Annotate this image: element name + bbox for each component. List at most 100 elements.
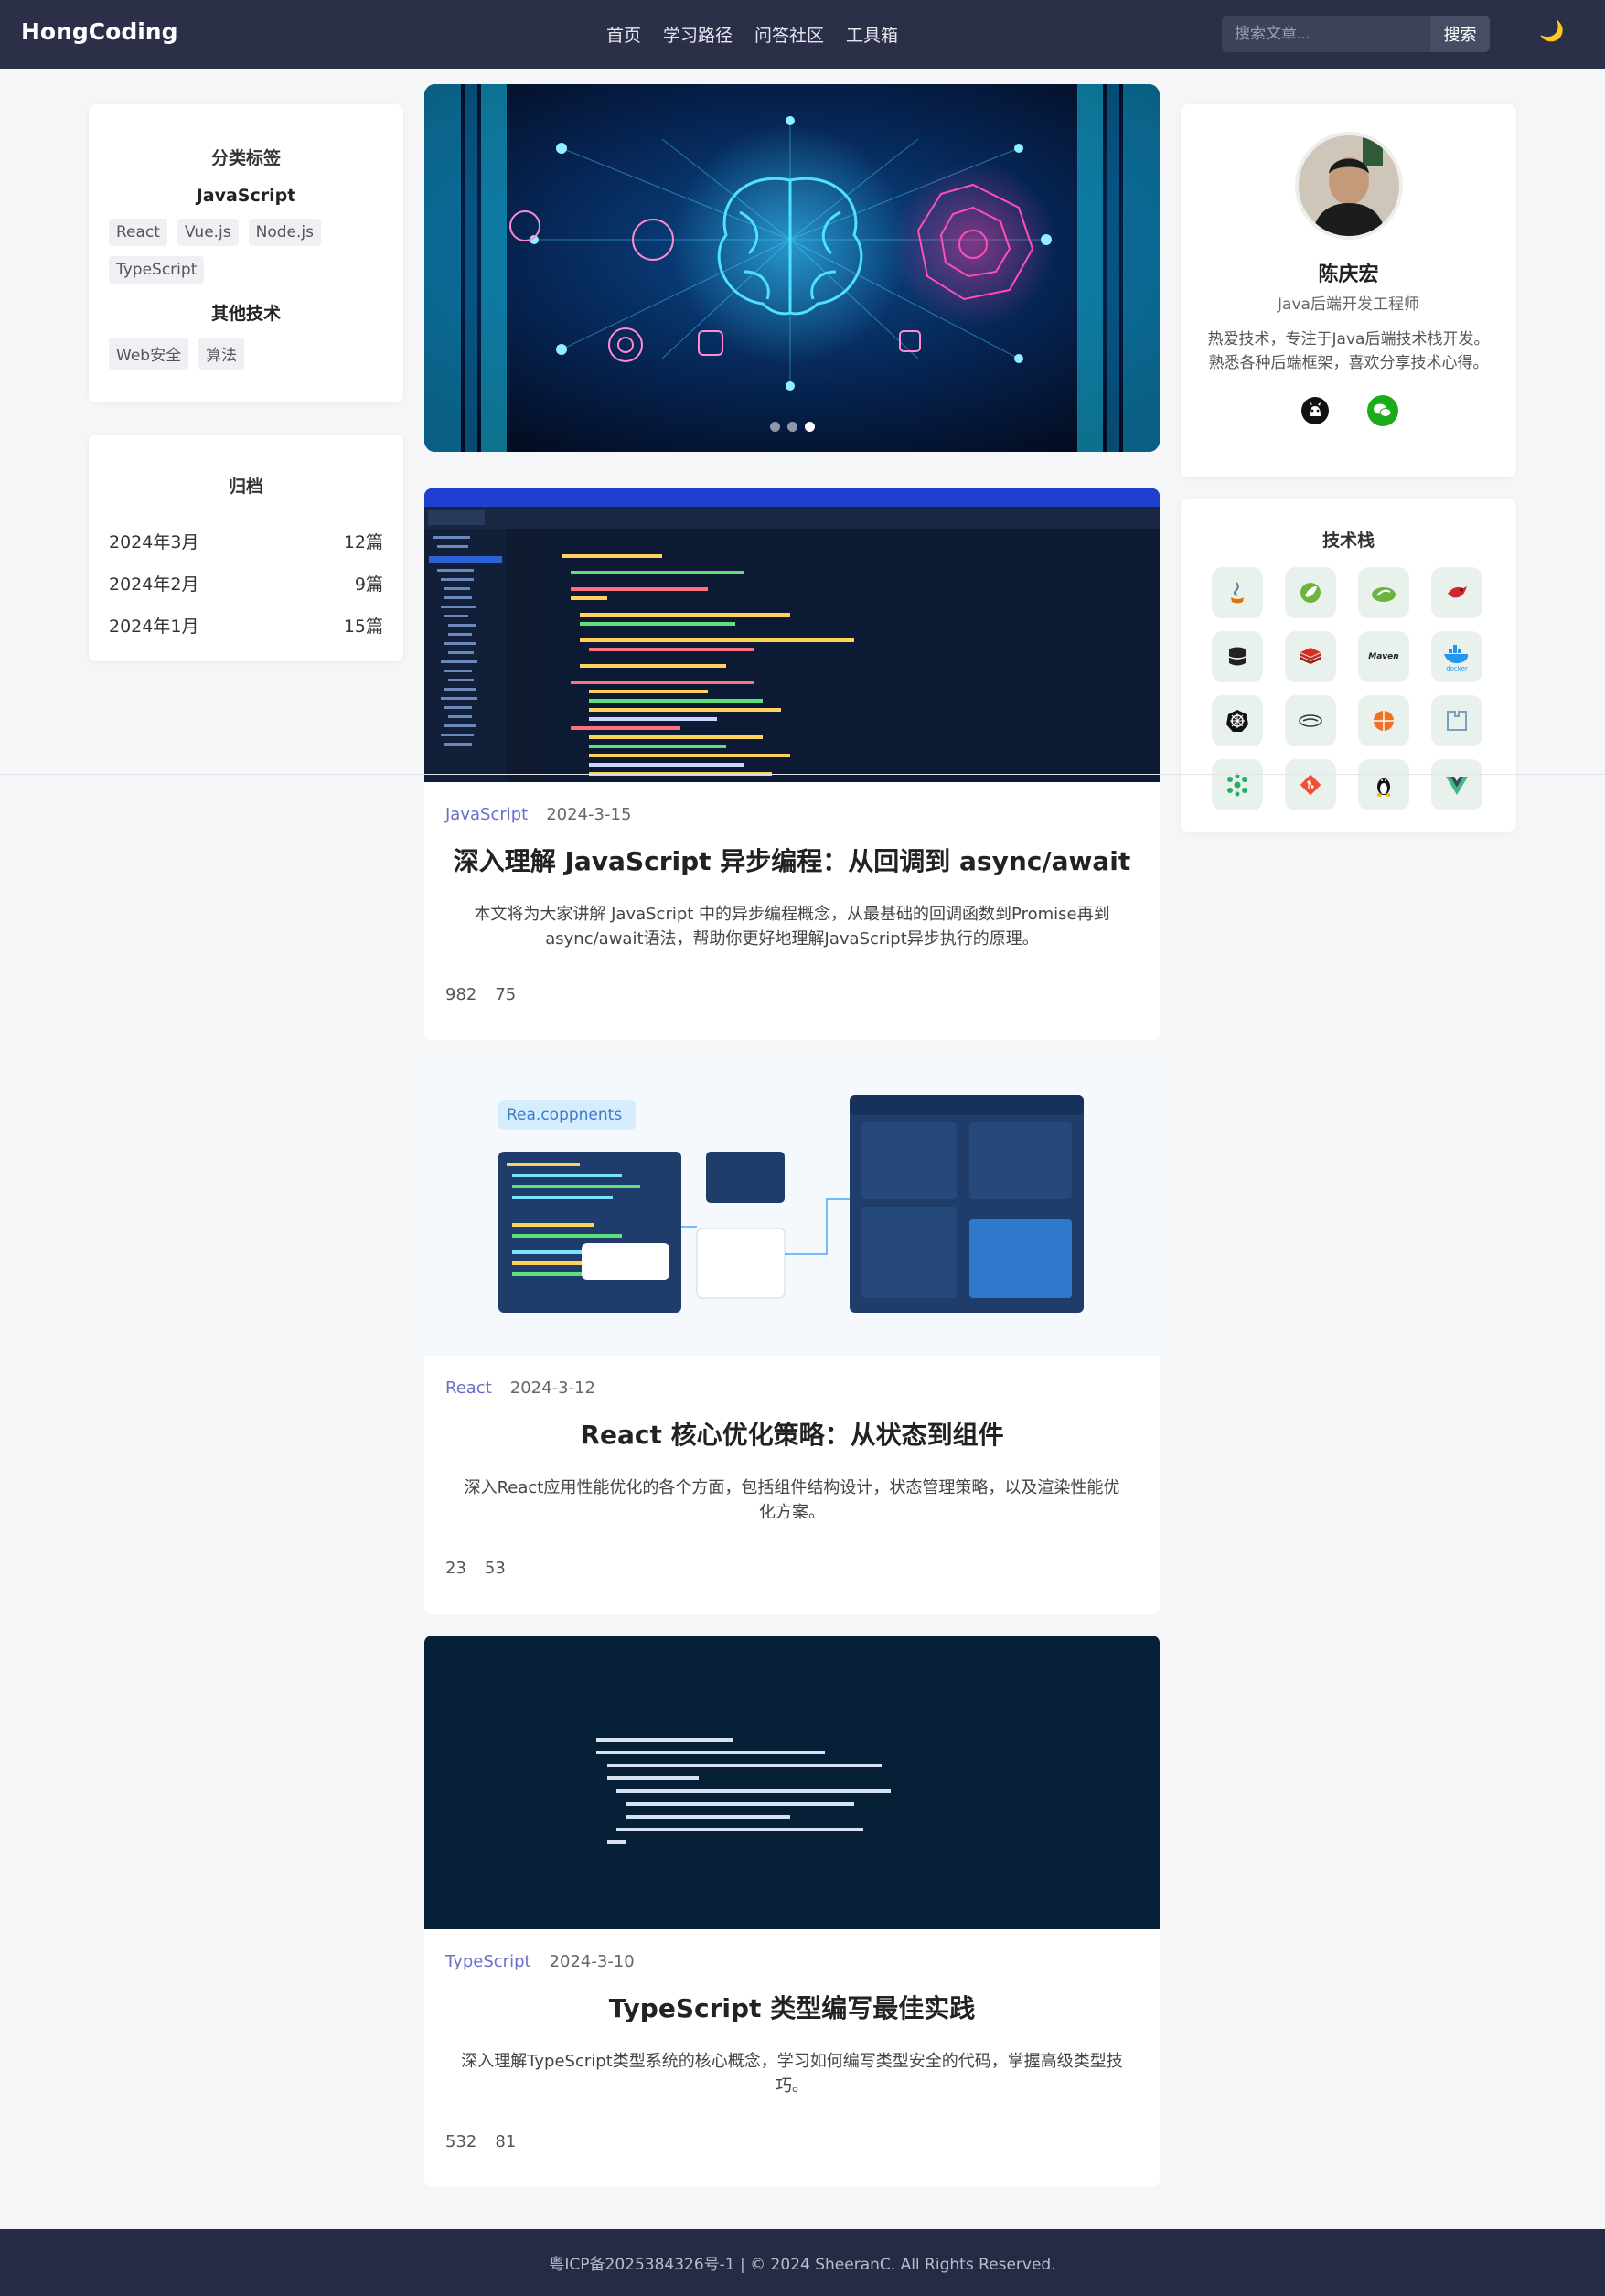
profile-name: 陈庆宏: [1318, 263, 1379, 286]
kubernetes-icon[interactable]: [1212, 695, 1263, 746]
search-input[interactable]: [1222, 16, 1430, 52]
archive-count: 12篇: [343, 531, 383, 553]
article-category[interactable]: TypeScript: [445, 1952, 531, 1971]
network-icon[interactable]: [1358, 695, 1409, 746]
vue-icon[interactable]: [1431, 759, 1482, 810]
tag-web-security[interactable]: Web安全: [109, 338, 189, 370]
redis-icon[interactable]: [1285, 631, 1336, 682]
archive-title: 归档: [228, 477, 263, 497]
view-count: 982: [445, 985, 477, 1004]
tag-group-title: JavaScript: [196, 186, 296, 206]
article-thumbnail[interactable]: Rea.coppnents: [424, 1062, 1160, 1356]
view-count: 23: [445, 1559, 466, 1578]
site-footer: 粤ICP备2025384326号-1 | © 2024 SheeranC. Al…: [0, 2229, 1605, 2296]
site-logo[interactable]: HongCoding: [21, 18, 177, 45]
article-category[interactable]: JavaScript: [445, 805, 528, 824]
wechat-icon[interactable]: [1366, 395, 1398, 426]
docker-icon[interactable]: docker: [1431, 631, 1482, 682]
archive-month: 2024年1月: [109, 616, 199, 637]
tech-stack-card: 技术栈 Maven docker: [1181, 499, 1516, 832]
tags-title: 分类标签: [210, 148, 281, 168]
article-category[interactable]: React: [445, 1379, 492, 1398]
java-icon[interactable]: [1212, 567, 1263, 618]
footer-copyright: 粤ICP备2025384326号-1 | © 2024 SheeranC. Al…: [549, 2256, 1056, 2274]
tag-algorithm[interactable]: 算法: [198, 338, 245, 370]
archive-card: 归档 2024年3月 12篇 2024年2月 9篇 2024年1月 15篇: [89, 435, 403, 661]
database-icon[interactable]: [1212, 631, 1263, 682]
like-count: 53: [484, 1559, 506, 1578]
carousel-dot-1[interactable]: [769, 422, 780, 432]
category-tags-card: 分类标签 JavaScript React Vue.js Node.js Typ…: [89, 104, 403, 402]
archive-item[interactable]: 2024年1月 15篇: [109, 604, 383, 646]
cluster-icon[interactable]: [1212, 759, 1263, 810]
article-title[interactable]: 深入理解 JavaScript 异步编程：从回调到 async/await: [424, 842, 1160, 878]
maven-icon[interactable]: Maven: [1358, 631, 1409, 682]
search-button[interactable]: 搜索: [1430, 16, 1490, 52]
moon-icon[interactable]: 🌙: [1539, 20, 1564, 43]
article-title[interactable]: React 核心优化策略：从状态到组件: [424, 1415, 1160, 1452]
archive-month: 2024年3月: [109, 531, 199, 553]
tag-vuejs[interactable]: Vue.js: [177, 219, 239, 246]
article-card[interactable]: JavaScript 2024-3-15 深入理解 JavaScript 异步编…: [424, 488, 1160, 1040]
nav-qa-community[interactable]: 问答社区: [754, 22, 824, 47]
nav-learning-path[interactable]: 学习路径: [663, 22, 733, 47]
social-links: [1181, 395, 1516, 426]
nav-home[interactable]: 首页: [606, 22, 641, 47]
nav-toolbox[interactable]: 工具箱: [846, 22, 898, 47]
carousel-dot-2[interactable]: [786, 422, 797, 432]
profile-role: Java后端开发工程师: [1278, 295, 1419, 314]
github-icon[interactable]: [1300, 395, 1331, 426]
archive-item[interactable]: 2024年2月 9篇: [109, 562, 383, 604]
spring-cloud-icon[interactable]: [1358, 567, 1409, 618]
archive-count: 9篇: [354, 574, 383, 595]
main-nav: 首页 学习路径 问答社区 工具箱: [606, 22, 898, 47]
docker-label: docker: [1446, 665, 1468, 672]
tech-stack-title: 技术栈: [1321, 531, 1375, 551]
redis-bird-icon[interactable]: [1431, 567, 1482, 618]
article-excerpt: 深入React应用性能优化的各个方面，包括组件结构设计，状态管理策略，以及渲染性…: [464, 1478, 1120, 1522]
carousel-dot-3[interactable]: [804, 422, 815, 432]
article-card[interactable]: Rea.coppnents React 2024-3-12 React 核心优化…: [424, 1062, 1160, 1614]
tag-group-other: Web安全 算法: [109, 338, 383, 370]
article-date: 2024-3-15: [546, 805, 632, 824]
article-card[interactable]: TypeScript 2024-3-10 TypeScript 类型编写最佳实践…: [424, 1636, 1160, 2187]
carousel-dots: [424, 422, 1160, 432]
spring-icon[interactable]: [1285, 567, 1336, 618]
mybatis-icon[interactable]: [1285, 695, 1336, 746]
typescript-code-image: [424, 1636, 1160, 1929]
article-thumbnail[interactable]: [424, 1636, 1160, 1929]
article-stats: 532 81: [445, 2132, 516, 2151]
view-count: 532: [445, 2132, 477, 2151]
git-icon[interactable]: [1285, 759, 1336, 810]
archive-count: 15篇: [343, 616, 383, 637]
tag-group-title: 其他技术: [210, 304, 281, 324]
linux-icon[interactable]: [1358, 759, 1409, 810]
archive-item[interactable]: 2024年3月 12篇: [109, 520, 383, 562]
tag-typescript[interactable]: TypeScript: [109, 256, 205, 284]
tag-nodejs[interactable]: Node.js: [248, 219, 321, 246]
archive-list: 2024年3月 12篇 2024年2月 9篇 2024年1月 15篇: [109, 520, 383, 646]
tag-group-javascript: React Vue.js Node.js TypeScript: [109, 219, 383, 284]
top-nav-bar: HongCoding 首页 学习路径 问答社区 工具箱 搜索 🌙: [0, 0, 1605, 69]
code-editor-image: [424, 488, 1160, 782]
article-stats: 23 53: [445, 1559, 506, 1578]
maven-label: Maven: [1368, 652, 1399, 661]
profile-card: 陈庆宏 Java后端开发工程师 热爱技术，专注于Java后端技术栈开发。熟悉各种…: [1181, 104, 1516, 477]
nacos-icon[interactable]: [1431, 695, 1482, 746]
article-thumbnail[interactable]: [424, 488, 1160, 782]
profile-bio: 热爱技术，专注于Java后端技术栈开发。熟悉各种后端框架，喜欢分享技术心得。: [1207, 330, 1490, 372]
article-meta: TypeScript 2024-3-10: [445, 1952, 635, 1971]
article-meta: React 2024-3-12: [445, 1379, 595, 1398]
article-title[interactable]: TypeScript 类型编写最佳实践: [424, 1989, 1160, 2025]
article-date: 2024-3-12: [509, 1379, 595, 1398]
tag-react[interactable]: React: [109, 219, 167, 246]
article-date: 2024-3-10: [549, 1952, 635, 1971]
article-stats: 982 75: [445, 985, 516, 1004]
section-divider: [0, 774, 1605, 775]
hero-carousel[interactable]: [424, 84, 1160, 452]
ai-brain-illustration: [424, 84, 1160, 452]
article-excerpt: 深入理解TypeScript类型系统的核心概念，学习如何编写类型安全的代码，掌握…: [461, 2052, 1123, 2096]
article-excerpt: 本文将为大家讲解 JavaScript 中的异步编程概念，从最基础的回调函数到P…: [474, 905, 1110, 949]
article-meta: JavaScript 2024-3-15: [445, 805, 631, 824]
like-count: 75: [495, 985, 517, 1004]
